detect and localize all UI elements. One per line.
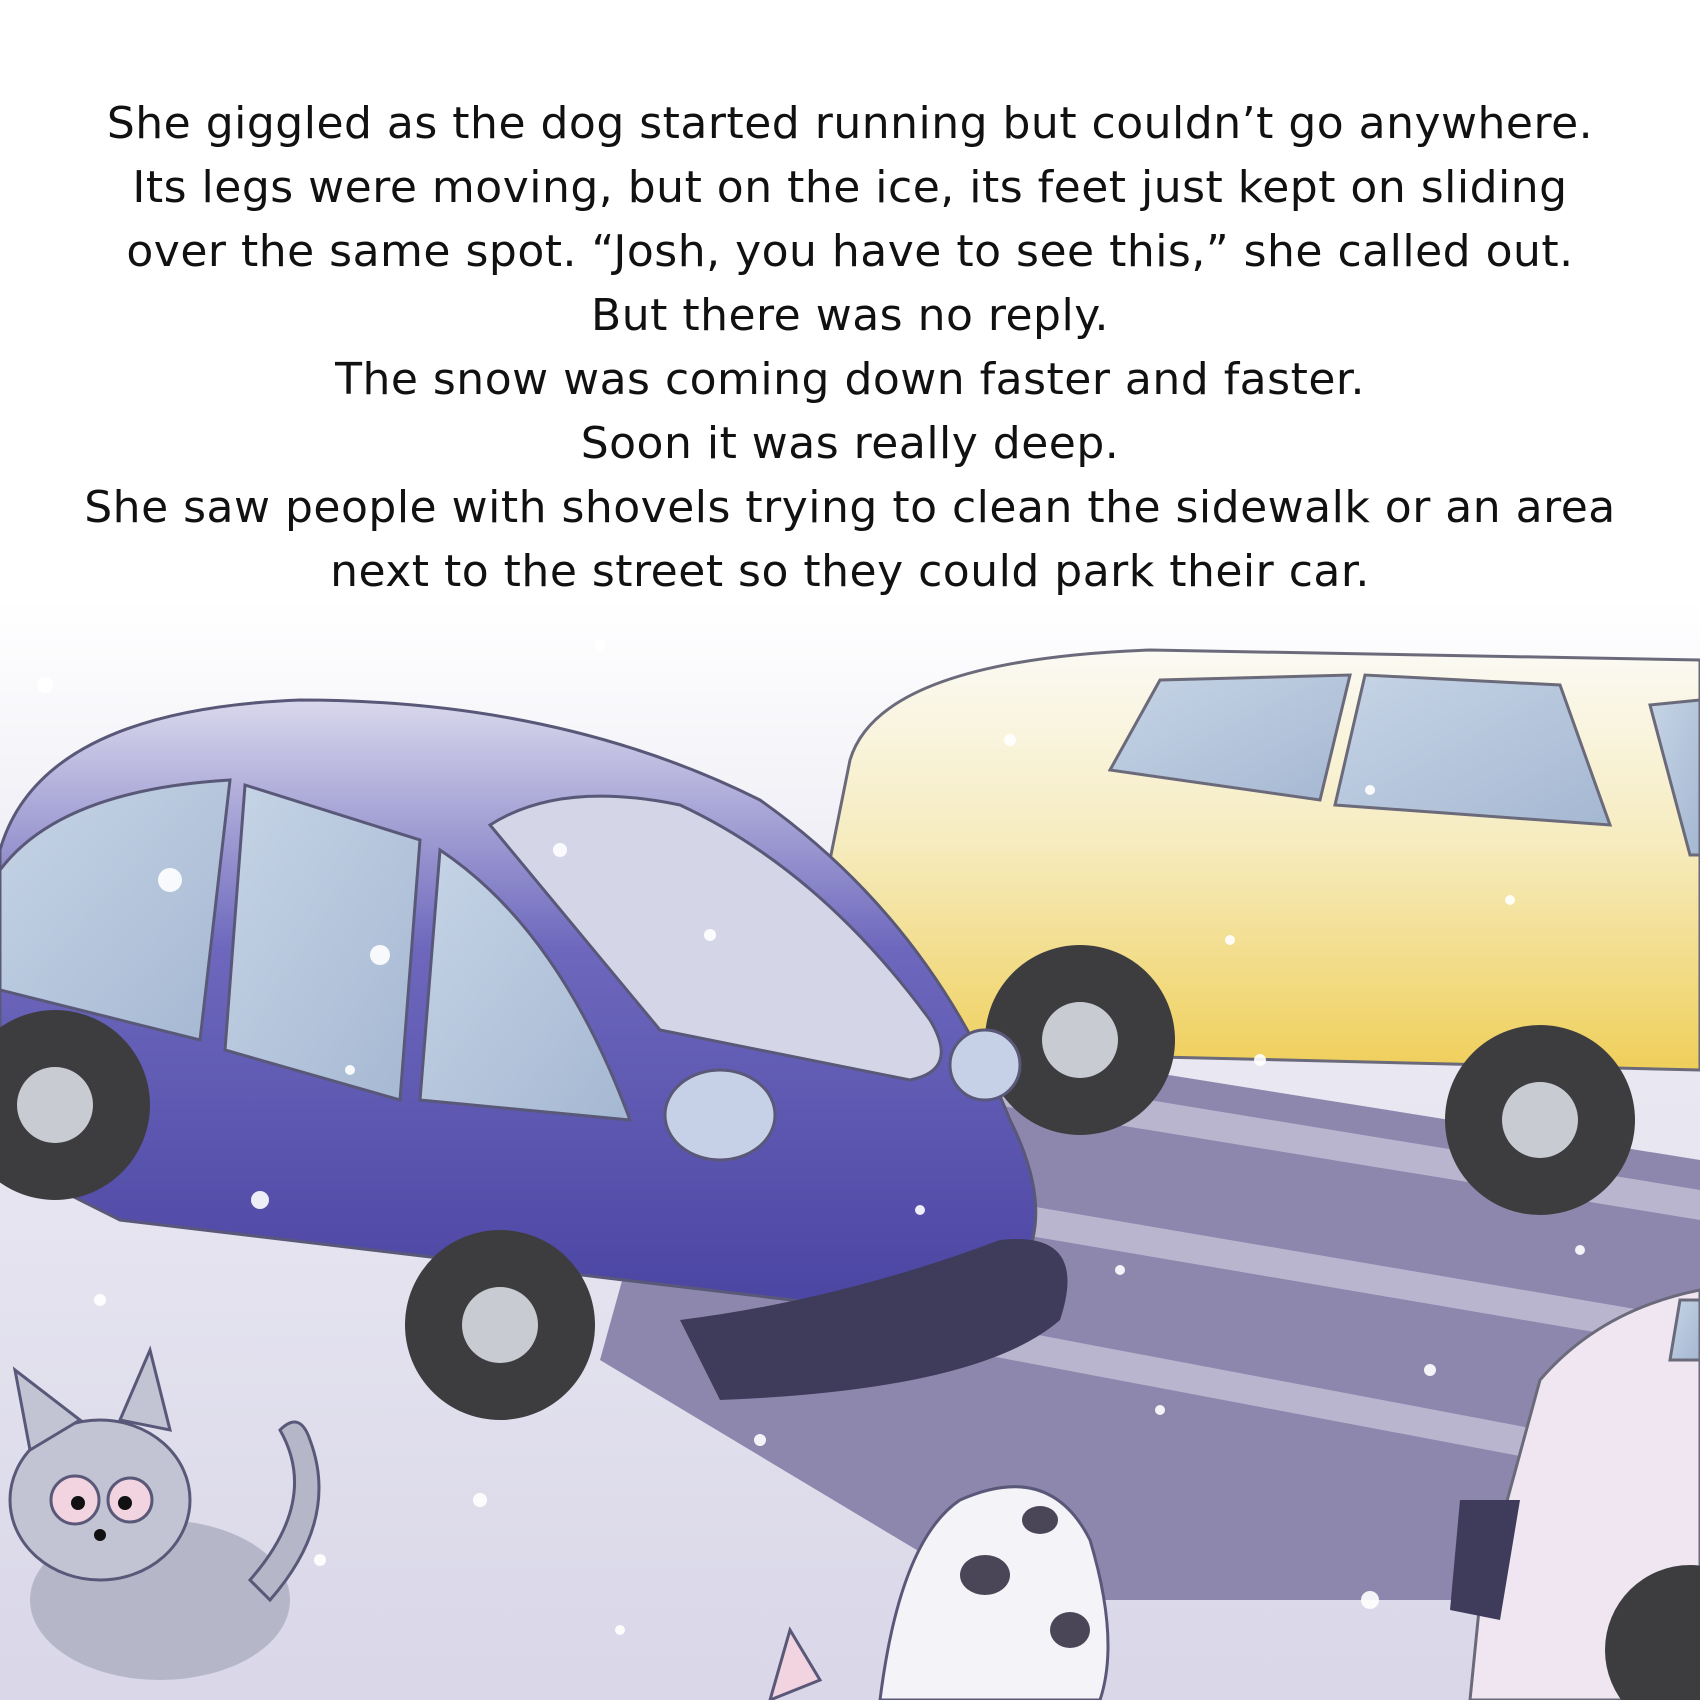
winter-street-illustration <box>0 600 1700 1700</box>
story-paragraph-1: She giggled as the dog started running b… <box>106 98 1594 277</box>
story-line-4: Soon it was really deep. <box>580 418 1120 469</box>
story-paragraph-5: She saw people with shovels trying to cl… <box>84 482 1616 597</box>
story-line-2: But there was no reply. <box>591 290 1109 341</box>
story-line-3: The snow was coming down faster and fast… <box>335 354 1365 405</box>
story-text: She giggled as the dog started running b… <box>80 92 1620 604</box>
